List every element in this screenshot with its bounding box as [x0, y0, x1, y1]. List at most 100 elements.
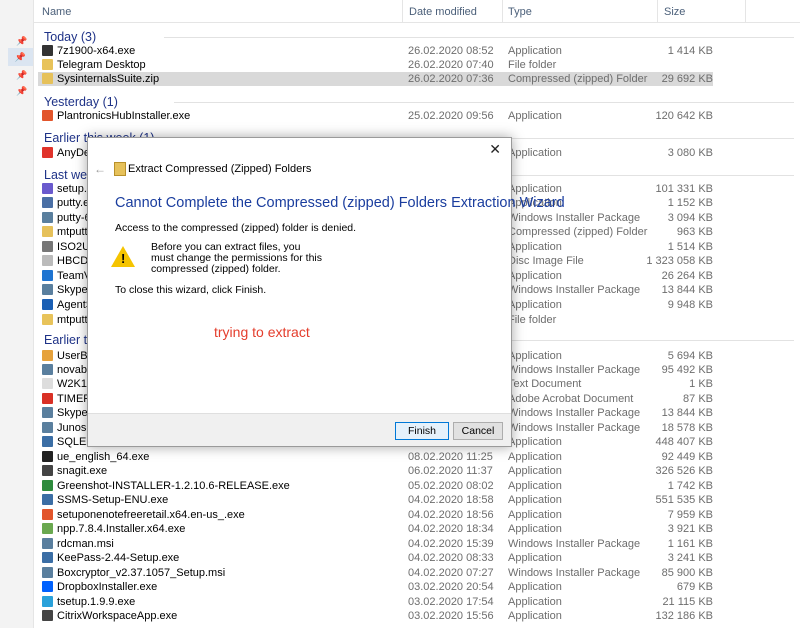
file-size: 3 241 KB: [667, 552, 713, 564]
file-date: 03.02.2020 20:54: [408, 581, 494, 593]
file-size: 1 323 058 KB: [646, 255, 713, 267]
column-divider[interactable]: [502, 0, 503, 22]
file-type: Compressed (zipped) Folder: [508, 73, 648, 85]
file-name: 7z1900-x64.exe: [57, 45, 136, 57]
back-arrow-icon[interactable]: ←: [94, 162, 106, 176]
file-type-icon: [42, 523, 53, 534]
file-type-icon: [42, 241, 53, 252]
file-type-icon: [42, 581, 53, 592]
file-type: Application: [508, 241, 562, 253]
file-size: 95 492 KB: [661, 364, 713, 376]
file-size: 120 642 KB: [655, 110, 714, 122]
file-row[interactable]: KeePass-2.44-Setup.exe 04.02.2020 08:33 Ap…: [38, 551, 713, 565]
file-type-icon: [42, 284, 53, 295]
file-size: 87 KB: [683, 393, 713, 405]
file-row[interactable]: Greenshot-INSTALLER-1.2.10.6-RELEASE.exe…: [38, 479, 713, 493]
finish-button[interactable]: Finish: [395, 422, 449, 440]
file-size: 1 514 KB: [667, 241, 713, 253]
file-type: File folder: [508, 59, 557, 71]
column-date[interactable]: Date modified: [409, 0, 477, 22]
file-row[interactable]: setuponenotefreeretail.x64.en-us_.exe 04.…: [38, 508, 713, 522]
file-name: Telegram Desktop: [57, 59, 146, 71]
file-type: Application: [508, 183, 562, 195]
file-type-icon: [42, 45, 53, 56]
file-type: Application: [508, 596, 562, 608]
file-date: 04.02.2020 07:27: [408, 567, 494, 579]
pin-icon[interactable]: 📌: [8, 48, 33, 66]
file-row[interactable]: Boxcryptor_v2.37.1057_Setup.msi 04.02.202…: [38, 566, 713, 580]
pin-icon[interactable]: 📌: [16, 36, 27, 46]
file-size: 1 KB: [689, 378, 713, 390]
close-icon[interactable]: ✕: [489, 141, 501, 158]
file-name: PlantronicsHubInstaller.exe: [57, 110, 191, 122]
access-denied-message: Access to the compressed (zipped) folder…: [115, 222, 357, 234]
file-type-icon: [42, 226, 53, 237]
file-date: 04.02.2020 18:34: [408, 523, 494, 535]
file-date: 06.02.2020 11:37: [408, 465, 493, 477]
file-size: 551 535 KB: [655, 494, 714, 506]
file-date: 26.02.2020 07:36: [408, 73, 494, 85]
file-row[interactable]: CitrixWorkspaceApp.exe 03.02.2020 15:56 Ap…: [38, 609, 713, 623]
file-type: Application: [508, 465, 562, 477]
file-type-icon: [42, 480, 53, 491]
file-type: Application: [508, 581, 562, 593]
dialog-heading: Cannot Complete the Compressed (zipped) …: [115, 195, 565, 211]
file-date: 03.02.2020 17:54: [408, 596, 494, 608]
column-divider[interactable]: [745, 0, 746, 22]
file-date: 04.02.2020 08:33: [408, 552, 494, 564]
file-size: 3 921 KB: [667, 523, 713, 535]
file-row[interactable]: rdcman.msi 04.02.2020 15:39 Windows Instal…: [38, 537, 713, 551]
file-row[interactable]: ue_english_64.exe 08.02.2020 11:25 Applica…: [38, 450, 713, 464]
file-type: Windows Installer Package: [508, 407, 641, 419]
file-type: Application: [508, 110, 562, 122]
column-name[interactable]: Name: [42, 0, 71, 22]
group-divider: [164, 37, 794, 38]
file-type: Windows Installer Package: [508, 422, 641, 434]
pin-icon[interactable]: 📌: [16, 86, 27, 96]
permission-detail: Before you can extract files, you must c…: [151, 241, 322, 275]
file-type: Application: [508, 509, 562, 521]
warning-exclamation: !: [121, 251, 126, 266]
cancel-button[interactable]: Cancel: [453, 422, 503, 440]
file-type: Windows Installer Package: [508, 567, 641, 579]
file-row[interactable]: tsetup.1.9.9.exe 03.02.2020 17:54 Applicat…: [38, 595, 713, 609]
file-name: CitrixWorkspaceApp.exe: [57, 610, 178, 622]
column-header: Name Date modified Type Size: [33, 0, 800, 23]
file-row[interactable]: snagit.exe 06.02.2020 11:37 Application 326…: [38, 464, 713, 478]
file-type: Application: [508, 523, 562, 535]
file-name: Greenshot-INSTALLER-1.2.10.6-RELEASE.exe: [57, 480, 290, 492]
file-size: 963 KB: [676, 226, 713, 238]
file-size: 92 449 KB: [661, 451, 713, 463]
file-size: 13 844 KB: [661, 407, 713, 419]
file-size: 3 080 KB: [667, 147, 713, 159]
file-type-icon: [42, 197, 53, 208]
file-type: Windows Installer Package: [508, 284, 641, 296]
file-row[interactable]: DropboxInstaller.exe 03.02.2020 20:54 Appl…: [38, 580, 713, 594]
file-size: 1 414 KB: [667, 45, 713, 57]
file-date: 25.02.2020 09:56: [408, 110, 494, 122]
file-size: 26 264 KB: [661, 270, 713, 282]
file-row[interactable]: npp.7.8.4.Installer.x64.exe 04.02.2020 18…: [38, 522, 713, 536]
column-type[interactable]: Type: [508, 0, 532, 22]
column-divider[interactable]: [402, 0, 403, 22]
file-row[interactable]: SysinternalsSuite.zip 26.02.2020 07:36 Com…: [38, 72, 713, 86]
file-date: 08.02.2020 11:25: [408, 451, 493, 463]
file-row[interactable]: SSMS-Setup-ENU.exe 04.02.2020 18:58 Applic…: [38, 493, 713, 507]
file-type-icon: [42, 270, 53, 281]
file-date: 05.02.2020 08:02: [408, 480, 494, 492]
file-type-icon: [42, 422, 53, 433]
file-size: 7 959 KB: [667, 509, 713, 521]
file-type: Windows Installer Package: [508, 364, 641, 376]
file-row[interactable]: Telegram Desktop 26.02.2020 07:40 File fol…: [38, 58, 713, 72]
group-divider: [174, 102, 794, 103]
column-size[interactable]: Size: [664, 0, 685, 22]
file-name: DropboxInstaller.exe: [57, 581, 158, 593]
file-row[interactable]: PlantronicsHubInstaller.exe 25.02.2020 09…: [38, 109, 713, 123]
file-type: Application: [508, 299, 562, 311]
pin-icon[interactable]: 📌: [16, 70, 27, 80]
file-type-icon: [42, 183, 53, 194]
file-type: Windows Installer Package: [508, 538, 641, 550]
close-hint: To close this wizard, click Finish.: [115, 284, 267, 296]
column-divider[interactable]: [657, 0, 658, 22]
file-row[interactable]: 7z1900-x64.exe 26.02.2020 08:52 Applicatio…: [38, 44, 713, 58]
